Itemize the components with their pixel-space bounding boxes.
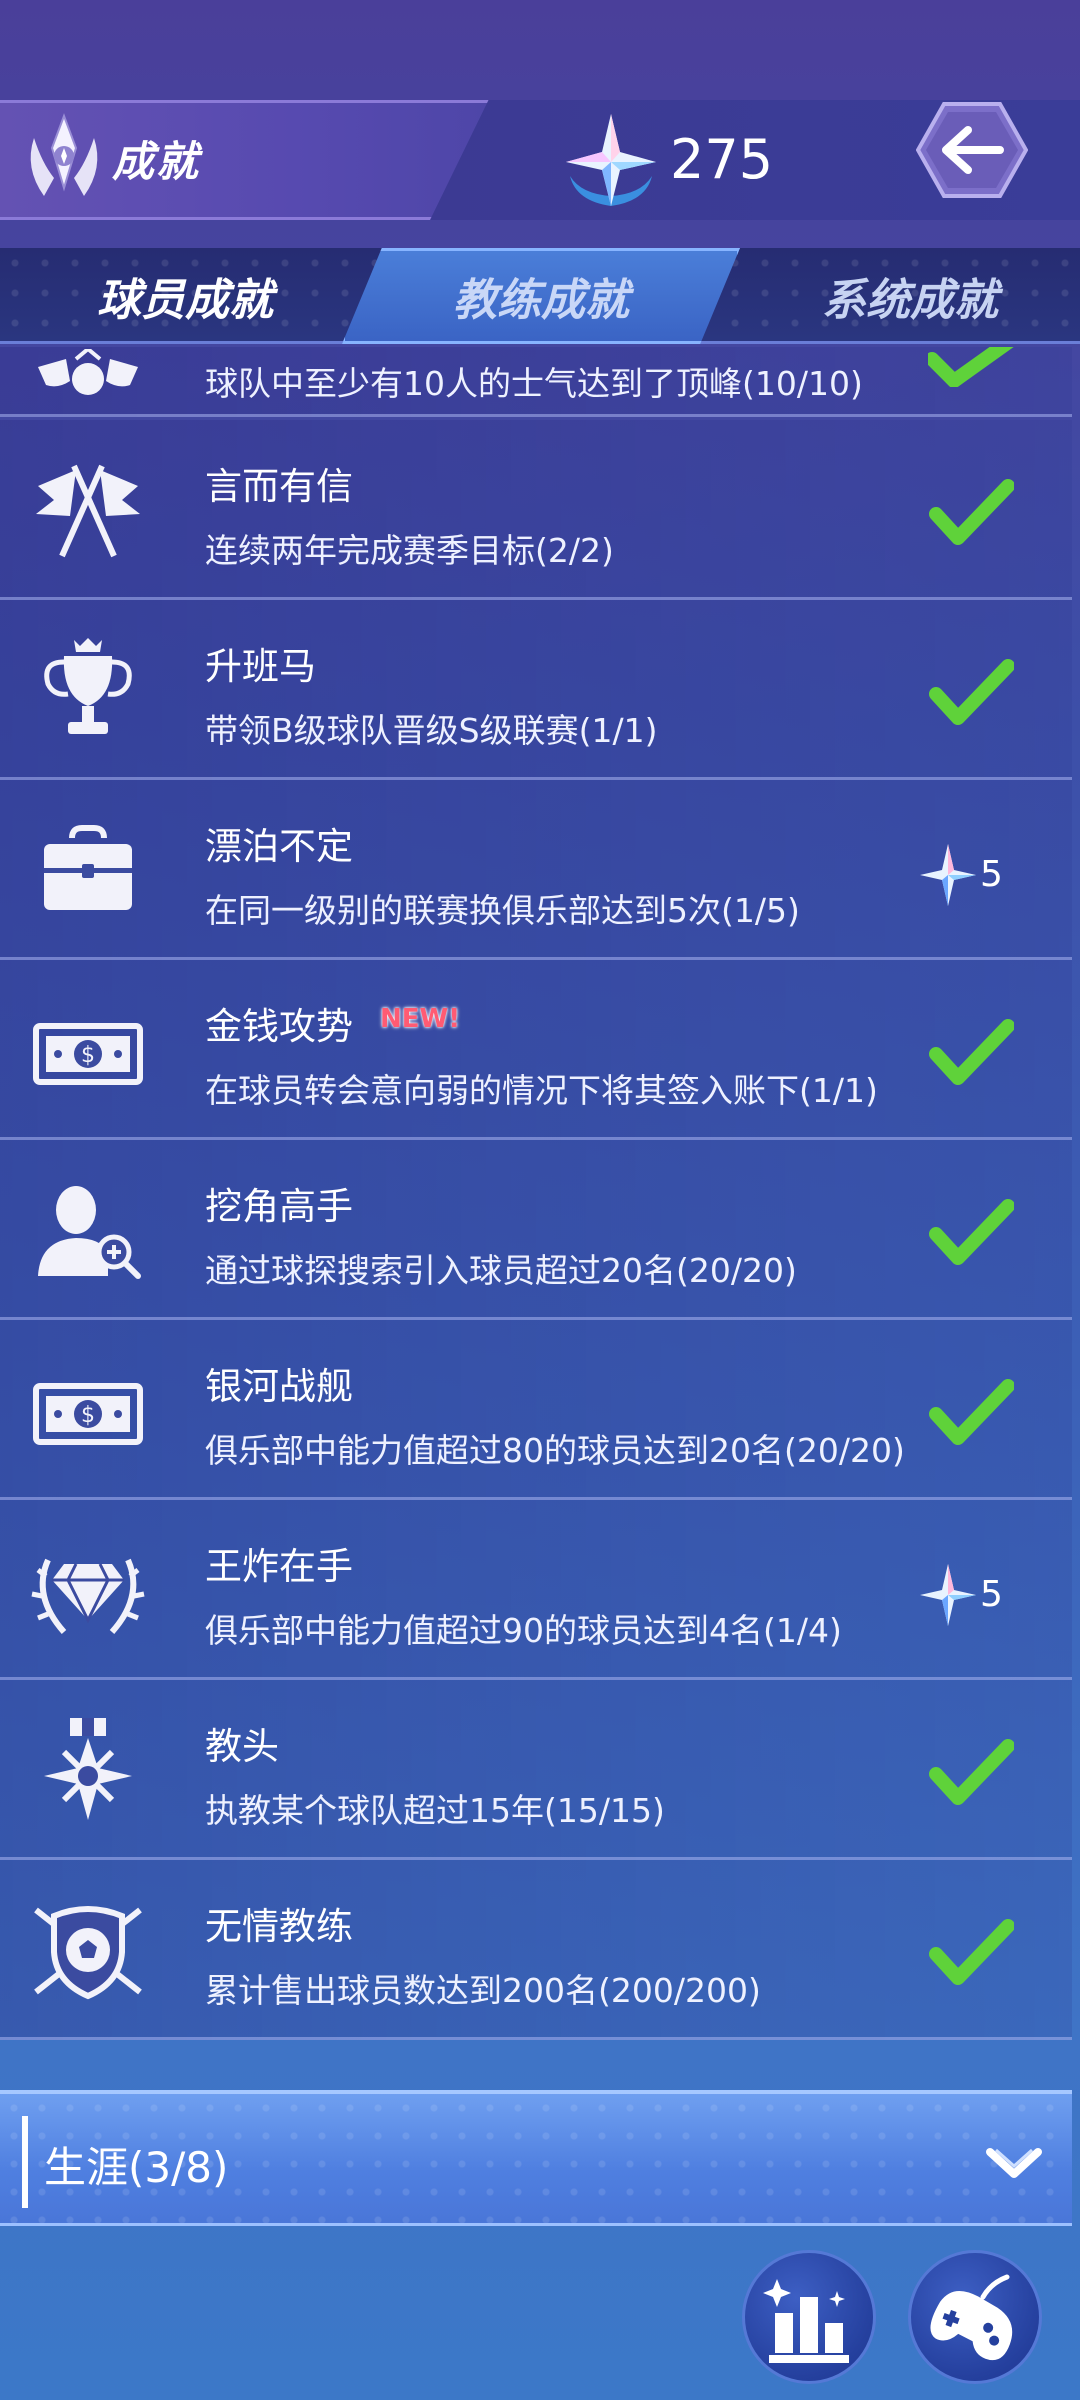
achievement-title: 教头 — [205, 1725, 279, 1768]
achievement-desc: 带领B级球队晋级S级联赛(1/1) — [205, 711, 658, 750]
achievement-title: 王炸在手 — [205, 1545, 353, 1588]
achievement-desc: 在同一级别的联赛换俱乐部达到5次(1/5) — [205, 891, 800, 930]
money-bill-icon: $ — [33, 1023, 143, 1085]
list-item[interactable]: 言而有信 连续两年完成赛季目标(2/2) — [0, 420, 1072, 600]
achievement-title: 漂泊不定 — [205, 825, 353, 868]
list-item[interactable]: 球队中至少有10人的士气达到了顶峰(10/10) — [0, 347, 1072, 417]
list-item[interactable]: $ 金钱攻势 NEW! 在球员转会意向弱的情况下将其签入账下(1/1) — [0, 960, 1072, 1140]
crossed-flags-icon — [36, 464, 140, 558]
checkmark-icon — [929, 479, 1014, 545]
career-label: 生涯(3/8) — [44, 2143, 229, 2192]
achievement-tabs: 球员成就 教练成就 系统成就 — [0, 248, 1080, 344]
career-accent-bar — [22, 2116, 28, 2208]
achievement-title: 言而有信 — [205, 465, 353, 508]
list-item[interactable]: 王炸在手 俱乐部中能力值超过90的球员达到4名(1/4) 5 — [0, 1500, 1072, 1680]
crystal-star-icon — [920, 1564, 976, 1626]
chevron-down-icon[interactable] — [986, 2144, 1042, 2184]
toolbox-icon — [44, 825, 132, 910]
reward-amount: 5 — [980, 854, 1003, 895]
list-item[interactable]: 无情教练 累计售出球员数达到200名(200/200) — [0, 1860, 1072, 2040]
new-badge: NEW! — [380, 1004, 461, 1034]
stats-button[interactable] — [742, 2250, 876, 2384]
list-item[interactable]: 教头 执教某个球队超过15年(15/15) — [0, 1680, 1072, 1860]
checkmark-icon — [929, 1379, 1014, 1445]
achievement-title: 挖角高手 — [205, 1185, 353, 1228]
bar-chart-icon — [763, 2279, 849, 2363]
gamepad-button[interactable] — [908, 2250, 1042, 2384]
scout-search-icon — [38, 1186, 141, 1279]
achievement-title: 银河战舰 — [205, 1365, 353, 1408]
achievement-desc: 球队中至少有10人的士气达到了顶峰(10/10) — [205, 364, 863, 403]
reward-badge: 5 — [918, 1562, 1018, 1632]
achievement-title: 金钱攻势 — [205, 1005, 353, 1048]
svg-text:$: $ — [81, 1043, 95, 1068]
achievement-desc: 俱乐部中能力值超过80的球员达到20名(20/20) — [205, 1431, 905, 1470]
checkmark-icon — [929, 659, 1014, 725]
crystal-star-icon — [566, 114, 656, 206]
achievement-desc: 执教某个球队超过15年(15/15) — [205, 1791, 665, 1830]
tab-coach-achievements[interactable]: 教练成就 — [342, 248, 740, 344]
crystal-star-icon — [920, 844, 976, 906]
achievement-title: 无情教练 — [205, 1905, 353, 1948]
checkmark-icon — [929, 1919, 1014, 1985]
fan-emblem-icon — [38, 349, 138, 395]
page-title: 成就 — [112, 137, 201, 186]
money-bill-icon: $ — [33, 1383, 143, 1445]
football-shield-icon — [34, 1906, 142, 2000]
gem-count: 275 — [670, 128, 774, 191]
header-bar: 成就 275 — [0, 100, 1080, 220]
achievement-desc: 连续两年完成赛季目标(2/2) — [205, 531, 614, 570]
diamond-wreath-icon — [31, 1558, 145, 1634]
svg-text:$: $ — [81, 1403, 95, 1428]
back-button[interactable] — [916, 100, 1028, 200]
trophy-icon — [44, 638, 132, 734]
reward-amount: 5 — [980, 1574, 1003, 1615]
list-item[interactable]: 挖角高手 通过球探搜索引入球员超过20名(20/20) — [0, 1140, 1072, 1320]
checkmark-icon — [929, 1739, 1014, 1805]
star-medal-icon — [44, 1718, 132, 1820]
achievement-list[interactable]: 球队中至少有10人的士气达到了顶峰(10/10) 言而有信 连续两年完成赛季目标… — [0, 347, 1080, 2087]
achievement-desc: 在球员转会意向弱的情况下将其签入账下(1/1) — [205, 1071, 878, 1110]
tab-system-achievements[interactable]: 系统成就 — [760, 248, 1060, 344]
reward-badge: 5 — [918, 842, 1018, 912]
gamepad-icon — [930, 2274, 1013, 2361]
checkmark-icon — [928, 347, 1014, 387]
achievement-desc: 累计售出球员数达到200名(200/200) — [205, 1971, 761, 2010]
wreath-emblem-icon — [30, 113, 98, 196]
career-section-header[interactable]: 生涯(3/8) — [0, 2090, 1072, 2226]
tab-player-achievements[interactable]: 球员成就 — [20, 248, 350, 344]
checkmark-icon — [929, 1019, 1014, 1085]
list-item[interactable]: 漂泊不定 在同一级别的联赛换俱乐部达到5次(1/5) 5 — [0, 780, 1072, 960]
achievement-desc: 通过球探搜索引入球员超过20名(20/20) — [205, 1251, 797, 1290]
achievement-title: 升班马 — [205, 645, 316, 688]
checkmark-icon — [929, 1199, 1014, 1265]
list-item[interactable]: 升班马 带领B级球队晋级S级联赛(1/1) — [0, 600, 1072, 780]
achievement-desc: 俱乐部中能力值超过90的球员达到4名(1/4) — [205, 1611, 842, 1650]
list-item[interactable]: $ 银河战舰 俱乐部中能力值超过80的球员达到20名(20/20) — [0, 1320, 1072, 1500]
